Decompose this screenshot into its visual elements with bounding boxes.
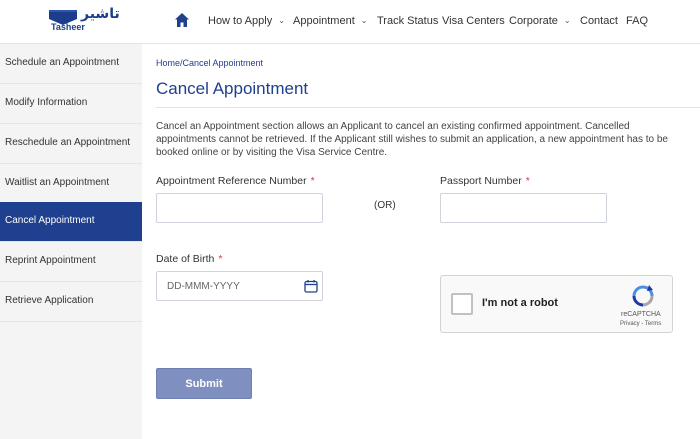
page-title: Cancel Appointment — [156, 79, 309, 98]
or-separator: (OR) — [374, 200, 396, 211]
recaptcha-checkbox[interactable] — [451, 293, 473, 315]
sidebar-item-label: Retrieve Application — [5, 295, 94, 306]
sidebar-item-label: Schedule an Appointment — [5, 57, 119, 68]
reference-number-input[interactable] — [156, 193, 323, 223]
date-of-birth-label: Date of Birth * — [156, 253, 222, 265]
passport-number-input[interactable] — [440, 193, 607, 223]
nav-label: Visa Centers — [442, 15, 505, 27]
reference-number-label: Appointment Reference Number * — [156, 175, 315, 187]
label-text: Appointment Reference Number — [156, 175, 307, 187]
sidebar-item-waitlist[interactable]: Waitlist an Appointment — [0, 164, 142, 204]
required-mark: * — [310, 175, 315, 187]
nav-label: Track Status — [377, 15, 439, 27]
logo-arabic-text: تاشير — [81, 6, 120, 22]
nav-corporate[interactable]: Corporate ⌄ — [509, 15, 571, 27]
recaptcha-brand: reCAPTCHA — [621, 311, 661, 318]
nav-appointment[interactable]: Appointment ⌄ — [293, 15, 367, 27]
nav-visa-centers[interactable]: Visa Centers — [442, 15, 505, 27]
nav-faq[interactable]: FAQ — [626, 15, 648, 27]
label-text: Passport Number — [440, 175, 522, 187]
label-text: Date of Birth — [156, 253, 215, 265]
sidebar-item-label: Reprint Appointment — [5, 255, 96, 266]
tasheer-logo[interactable]: تاشير Tasheer — [47, 6, 120, 34]
required-mark: * — [218, 253, 223, 265]
sidebar-item-label: Waitlist an Appointment — [5, 177, 110, 188]
required-mark: * — [525, 175, 530, 187]
recaptcha-logo-icon — [632, 285, 654, 307]
passport-number-label: Passport Number * — [440, 175, 530, 187]
sidebar-item-label: Reschedule an Appointment — [5, 137, 131, 148]
sidebar: Schedule an Appointment Modify Informati… — [0, 44, 142, 439]
nav-label: Corporate — [509, 15, 558, 27]
sidebar-item-schedule[interactable]: Schedule an Appointment — [0, 44, 142, 84]
page-description: Cancel an Appointment section allows an … — [156, 121, 668, 158]
sidebar-item-reschedule[interactable]: Reschedule an Appointment — [0, 124, 142, 164]
nav-label: Contact — [580, 15, 618, 27]
chevron-down-icon: ⌄ — [563, 16, 571, 25]
breadcrumb[interactable]: Home/Cancel Appointment — [156, 58, 263, 68]
sidebar-item-label: Cancel Appointment — [5, 215, 95, 226]
sidebar-item-label: Modify Information — [5, 97, 88, 108]
chevron-down-icon: ⌄ — [278, 16, 285, 25]
nav-how-to-apply[interactable]: How to Apply ⌄ — [208, 15, 285, 27]
submit-button[interactable]: Submit — [156, 368, 252, 399]
calendar-icon[interactable] — [304, 279, 318, 293]
sidebar-item-retrieve[interactable]: Retrieve Application — [0, 282, 142, 322]
chevron-down-icon: ⌄ — [360, 16, 368, 25]
sidebar-item-modify[interactable]: Modify Information — [0, 84, 142, 124]
recaptcha-label: I'm not a robot — [482, 297, 558, 309]
date-of-birth-input[interactable] — [156, 271, 323, 301]
nav-label: How to Apply — [208, 15, 273, 27]
recaptcha-widget: I'm not a robot reCAPTCHA Privacy - Term… — [440, 275, 673, 333]
nav-label: Appointment — [293, 15, 355, 27]
title-divider — [156, 107, 700, 108]
sidebar-item-reprint[interactable]: Reprint Appointment — [0, 242, 142, 282]
logo-english-text: Tasheer — [51, 22, 85, 32]
nav-contact[interactable]: Contact — [580, 15, 618, 27]
home-icon[interactable] — [174, 12, 190, 28]
sidebar-item-cancel[interactable]: Cancel Appointment — [0, 202, 142, 242]
top-header: تاشير Tasheer How to Apply ⌄ Appointment ⌄… — [0, 0, 700, 44]
nav-track-status[interactable]: Track Status — [377, 15, 438, 27]
nav-label: FAQ — [626, 15, 649, 27]
recaptcha-links[interactable]: Privacy - Terms — [620, 321, 661, 327]
